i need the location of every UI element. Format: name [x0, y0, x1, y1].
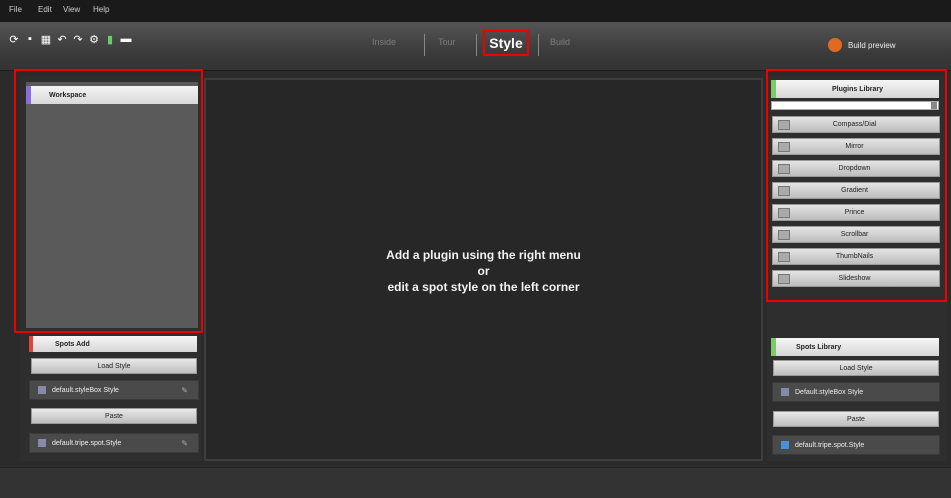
canvas-hint-line2: or — [477, 264, 490, 278]
right-panel — [767, 76, 947, 461]
save-icon[interactable]: ▪ — [24, 33, 36, 45]
plugin-icon — [778, 119, 790, 130]
status-bar — [0, 467, 951, 498]
spot-icon — [781, 388, 789, 396]
menu-help[interactable]: Help — [93, 5, 109, 14]
edit-icon[interactable]: ✎ — [181, 439, 188, 448]
plugin-label: Dropdown — [838, 165, 871, 172]
spot-style-item[interactable]: default.styleBox Style ✎ — [29, 380, 199, 400]
plugin-button[interactable]: ThumbNails — [772, 248, 940, 265]
plugin-icon — [778, 229, 790, 240]
load-style-button[interactable]: Load Style — [773, 360, 939, 376]
spot-icon — [38, 386, 46, 394]
spots-add-header[interactable]: Spots Add — [29, 336, 197, 352]
plugin-button[interactable]: Dropdown — [772, 160, 940, 177]
tab-divider — [476, 34, 477, 56]
workspace-header[interactable]: Workspace — [26, 86, 198, 104]
toolbar: ⟳ ▪ ▦ ↶ ↷ ⚙ ▮ ▬ Inside Tour Style Build … — [0, 22, 951, 71]
spot-style-item[interactable]: Default.styleBox Style — [772, 382, 940, 402]
canvas-hint-line3: edit a spot style on the left corner — [387, 280, 580, 294]
plugin-icon — [778, 207, 790, 218]
plugin-button[interactable]: Gradient — [772, 182, 940, 199]
workspace-area — [26, 82, 198, 328]
plugin-label: Slideshow — [838, 275, 871, 282]
plugin-button[interactable]: Slideshow — [772, 270, 940, 287]
plugin-label: Compass/Dial — [832, 121, 877, 128]
spot-style-item[interactable]: default.tripe.spot.Style — [772, 435, 940, 455]
plugin-button[interactable]: Mirror — [772, 138, 940, 155]
spot-style-label: default.tripe.spot.Style — [52, 439, 122, 447]
tab-divider — [424, 34, 425, 56]
plugins-search-input[interactable] — [771, 101, 939, 110]
menu-file[interactable]: File — [9, 5, 22, 14]
undo-icon[interactable]: ↶ — [56, 33, 68, 46]
menu-view[interactable]: View — [63, 5, 80, 14]
plugin-button[interactable]: Compass/Dial — [772, 116, 940, 133]
app-window: File Edit View Help ⟳ ▪ ▦ ↶ ↷ ⚙ ▮ ▬ Insi… — [0, 0, 951, 498]
spot-style-item[interactable]: default.tripe.spot.Style ✎ — [29, 433, 199, 453]
plugin-label: Scrollbar — [840, 231, 869, 238]
plugin-button[interactable]: Scrollbar — [772, 226, 940, 243]
plugin-icon — [778, 273, 790, 284]
spot-icon — [38, 439, 46, 447]
spot-icon — [781, 441, 789, 449]
plugin-label: Prince — [844, 209, 865, 216]
paste-button[interactable]: Paste — [31, 408, 197, 424]
redo-icon[interactable]: ↷ — [72, 33, 84, 46]
main-canvas[interactable]: Add a plugin using the right menu or edi… — [204, 78, 763, 461]
plugin-label: Gradient — [841, 187, 868, 194]
plugin-icon — [778, 185, 790, 196]
edit-icon[interactable]: ✎ — [181, 386, 188, 395]
search-icon[interactable] — [931, 102, 937, 109]
tab-build[interactable]: Build — [550, 37, 570, 47]
plugins-library-header[interactable]: Plugins Library — [771, 80, 939, 98]
spot-style-label: default.tripe.spot.Style — [795, 441, 865, 449]
plugin-icon — [778, 251, 790, 262]
tab-inside[interactable]: Inside — [372, 37, 396, 47]
plugin-button[interactable]: Prince — [772, 204, 940, 221]
preview-icon — [828, 38, 842, 52]
spot-style-label: default.styleBox Style — [52, 386, 119, 394]
menu-edit[interactable]: Edit — [38, 5, 52, 14]
spots-library-header[interactable]: Spots Library — [771, 338, 939, 356]
paste-button[interactable]: Paste — [773, 411, 939, 427]
plugin-label: Mirror — [845, 143, 864, 150]
settings-icon[interactable]: ⚙ — [88, 33, 100, 46]
menu-bar: File Edit View Help — [0, 0, 951, 22]
tab-tour[interactable]: Tour — [438, 37, 456, 47]
canvas-hint-line1: Add a plugin using the right menu — [386, 248, 581, 262]
spot-style-label: Default.styleBox Style — [795, 388, 864, 396]
toolbar-icons: ⟳ ▪ ▦ ↶ ↷ ⚙ ▮ ▬ — [8, 33, 132, 53]
plugin-icon — [778, 163, 790, 174]
build-preview-button[interactable]: Build preview — [828, 34, 896, 56]
preview-label: Build preview — [848, 40, 896, 50]
refresh-icon[interactable]: ⟳ — [8, 33, 20, 46]
tab-divider — [538, 34, 539, 56]
tab-style[interactable]: Style — [483, 30, 529, 56]
plugin-icon — [778, 141, 790, 152]
screen-icon[interactable]: ▬ — [120, 33, 132, 45]
plugin-label: ThumbNails — [835, 253, 874, 260]
load-style-button[interactable]: Load Style — [31, 358, 197, 374]
export-icon[interactable]: ▮ — [104, 33, 116, 46]
grid-icon[interactable]: ▦ — [40, 33, 52, 46]
